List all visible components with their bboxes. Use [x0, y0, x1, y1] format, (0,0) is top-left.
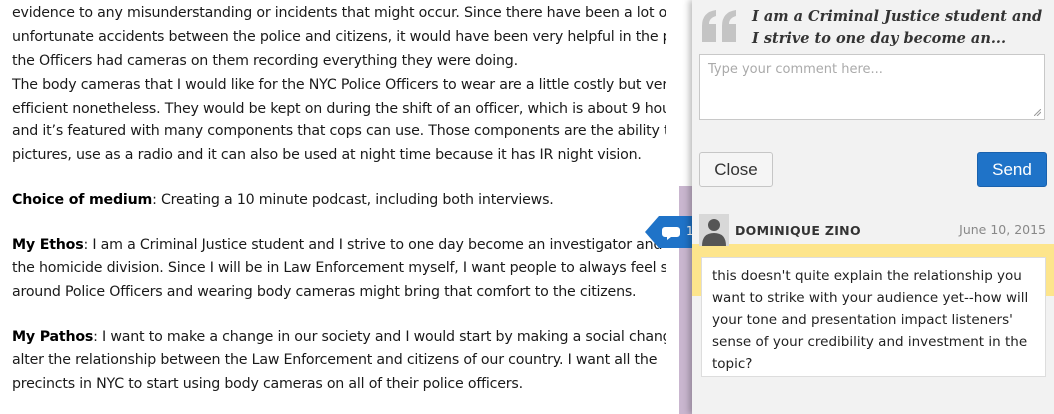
quote-icon — [702, 10, 736, 42]
comment-body: this doesn't quite explain the relations… — [701, 257, 1046, 377]
user-silhouette-icon — [702, 219, 726, 246]
doc-line: around Police Officers and wearing body … — [12, 284, 637, 300]
doc-line: The body cameras that I would like for t… — [12, 77, 666, 93]
ethos-label: My Ethos — [12, 237, 84, 253]
comment-placeholder: Type your comment here... — [708, 62, 883, 77]
comment-count-tag[interactable]: 1 — [645, 216, 697, 248]
doc-line: pictures, use as a radio and it can also… — [12, 147, 642, 163]
comment-input[interactable]: Type your comment here... — [699, 54, 1045, 120]
comment-date: June 10, 2015 — [959, 222, 1046, 237]
resize-handle-icon[interactable] — [1034, 109, 1041, 116]
doc-line: alter the relationship between the Law E… — [12, 352, 658, 368]
choice-of-medium-line: Choice of medium: Creating a 10 minute p… — [12, 192, 554, 208]
selected-text-excerpt: I am a Criminal Justice student and I st… — [752, 8, 1043, 47]
doc-line: the homicide division. Since I will be i… — [12, 260, 666, 276]
send-button[interactable]: Send — [977, 152, 1047, 187]
choice-of-medium-label: Choice of medium — [12, 192, 153, 208]
doc-line: evidence to any misunderstanding or inci… — [12, 5, 666, 21]
avatar — [699, 214, 729, 246]
ethos-line[interactable]: My Ethos: I am a Criminal Justice studen… — [12, 237, 666, 253]
doc-line: and it’s featured with many components t… — [12, 123, 666, 139]
comment-author: DOMINIQUE ZINO — [735, 223, 861, 238]
doc-line: unfortunate accidents between the police… — [12, 29, 666, 45]
close-button[interactable]: Close — [699, 152, 773, 187]
comment-panel: I am a Criminal Justice student and I st… — [692, 0, 1054, 414]
document-view: evidence to any misunderstanding or inci… — [0, 0, 666, 414]
pathos-line: My Pathos: I want to make a change in ou… — [12, 329, 666, 345]
doc-line: precincts in NYC to start using body cam… — [12, 376, 523, 392]
doc-line: the Officers had cameras on them recordi… — [12, 53, 518, 69]
pathos-label: My Pathos — [12, 329, 94, 345]
doc-line: efficient nonetheless. They would be kep… — [12, 101, 666, 117]
